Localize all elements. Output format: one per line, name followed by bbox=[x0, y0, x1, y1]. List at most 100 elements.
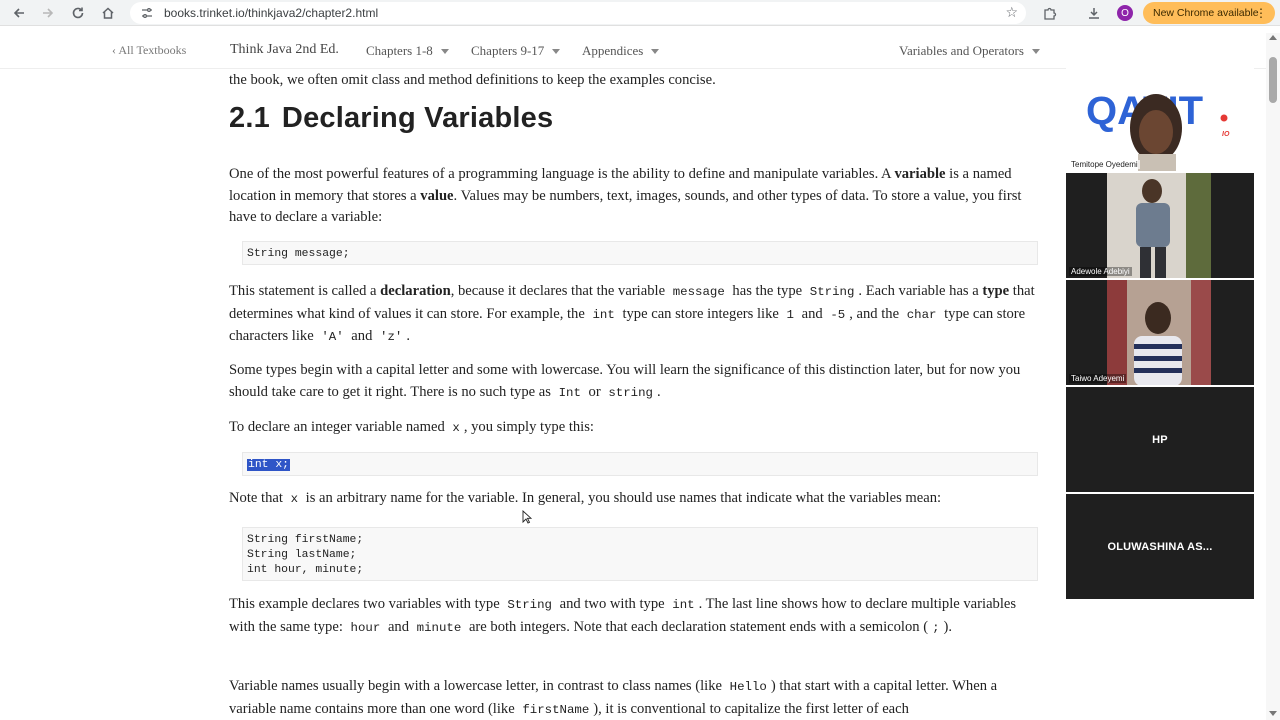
reload-icon bbox=[72, 7, 84, 18]
participant-tile-2[interactable]: Adewole Adebiyi bbox=[1066, 173, 1254, 279]
forward-button[interactable] bbox=[33, 0, 63, 26]
inline-code: String bbox=[809, 285, 855, 299]
inline-code: 'z' bbox=[380, 330, 403, 344]
inline-code: String bbox=[507, 598, 552, 612]
text: are both integers. Note that each declar… bbox=[465, 618, 929, 635]
back-button[interactable] bbox=[4, 0, 34, 26]
code-block-names: String firstName; String lastName; int h… bbox=[242, 527, 1038, 581]
update-label: New Chrome available bbox=[1153, 7, 1259, 19]
text: , and the bbox=[849, 305, 903, 322]
inline-code: message bbox=[672, 285, 725, 299]
extensions-button[interactable] bbox=[1036, 0, 1064, 26]
text: and two with type bbox=[555, 596, 669, 612]
inline-code: int bbox=[592, 307, 615, 322]
intro-paragraph-tail: the book, we often omit class and method… bbox=[229, 72, 716, 88]
menu-label: Variables and Operators bbox=[899, 43, 1024, 58]
participant-name: Taiwo Adeyemi bbox=[1069, 374, 1127, 383]
bookmark-star-icon[interactable]: ☆ bbox=[1005, 4, 1018, 21]
menu-label: Chapters 1-8 bbox=[366, 43, 433, 58]
text: ), it is conventional to capitalize the … bbox=[593, 700, 909, 717]
code-line: String message; bbox=[247, 248, 350, 260]
participant-tile-4[interactable]: HP bbox=[1066, 387, 1254, 493]
code-line: String firstName; bbox=[247, 534, 364, 546]
inline-code: 'A' bbox=[321, 330, 344, 344]
participant-tile-5[interactable]: OLUWASHINA AS... bbox=[1066, 494, 1254, 600]
menu-label: Chapters 9-17 bbox=[471, 43, 545, 58]
book-title-link[interactable]: Think Java 2nd Ed. bbox=[230, 42, 339, 58]
text: ). bbox=[943, 618, 953, 635]
inline-code: minute bbox=[416, 620, 462, 635]
qatit-logo-video: QATIT IO bbox=[1086, 89, 1230, 171]
arrow-left-icon bbox=[13, 7, 24, 18]
code-line: String lastName; bbox=[247, 549, 357, 561]
text: , you simply type this: bbox=[463, 419, 594, 435]
address-bar[interactable]: books.trinket.io/thinkjava2/chapter2.htm… bbox=[130, 2, 1026, 24]
participant-tile-3[interactable]: Taiwo Adeyemi bbox=[1066, 280, 1254, 386]
code-block-message: String message; bbox=[242, 241, 1038, 265]
text: Note that bbox=[229, 490, 287, 506]
home-icon bbox=[102, 6, 114, 19]
text: and bbox=[347, 328, 377, 344]
code-line: int hour, minute; bbox=[247, 564, 364, 576]
url-text[interactable]: books.trinket.io/thinkjava2/chapter2.htm… bbox=[164, 6, 378, 20]
paragraph-capitalization: Some types begin with a capital letter a… bbox=[229, 360, 1037, 404]
downloads-button[interactable] bbox=[1080, 0, 1108, 26]
scroll-thumb[interactable] bbox=[1269, 57, 1277, 103]
menu-section[interactable]: Variables and Operators bbox=[899, 43, 1040, 59]
scroll-up-icon[interactable] bbox=[1269, 35, 1277, 40]
inline-code: char bbox=[906, 307, 937, 322]
inline-code: x bbox=[290, 492, 298, 506]
code-block-int-x: int x; bbox=[242, 452, 1038, 476]
selected-code-text[interactable]: int x; bbox=[247, 459, 291, 471]
menu-chapters-1-8[interactable]: Chapters 1-8 bbox=[366, 43, 449, 59]
text: , because it declares that the variable bbox=[450, 283, 669, 299]
menu-label: Appendices bbox=[582, 43, 644, 58]
inline-code: hour bbox=[350, 620, 381, 635]
more-vert-icon: ⋮ bbox=[1255, 6, 1267, 20]
text: and bbox=[384, 618, 413, 635]
code-line: int x; bbox=[247, 458, 1033, 473]
profile-avatar[interactable]: O bbox=[1117, 5, 1133, 21]
text: One of the most powerful features of a p… bbox=[229, 166, 895, 182]
text: or bbox=[584, 383, 605, 400]
term-variable: variable bbox=[894, 166, 946, 182]
paragraph-arbitrary-name: Note that x is an arbitrary name for the… bbox=[229, 488, 1037, 511]
caret-down-icon bbox=[552, 48, 561, 54]
browser-toolbar: books.trinket.io/thinkjava2/chapter2.htm… bbox=[0, 0, 1280, 26]
menu-chapters-9-17[interactable]: Chapters 9-17 bbox=[471, 43, 561, 59]
mouse-cursor-icon bbox=[522, 510, 532, 524]
all-textbooks-link[interactable]: ‹ All Textbooks bbox=[112, 43, 186, 58]
text: . bbox=[656, 383, 661, 400]
text: type can store integers like bbox=[618, 305, 783, 322]
page-scrollbar[interactable] bbox=[1266, 33, 1280, 720]
text: This statement is called a bbox=[229, 283, 381, 299]
scroll-down-icon[interactable] bbox=[1269, 711, 1277, 716]
participant-tile-1[interactable]: QATIT IO Temitope Oyedemi bbox=[1066, 66, 1254, 172]
site-info-icon[interactable] bbox=[138, 4, 156, 22]
participant-name: HP bbox=[1152, 433, 1168, 446]
text: . Each variable has a bbox=[858, 283, 983, 299]
inline-code: Hello bbox=[729, 680, 767, 694]
inline-code: -5 bbox=[830, 307, 846, 322]
reload-button[interactable] bbox=[63, 0, 93, 26]
inline-code: firstName bbox=[522, 702, 590, 717]
paragraph-declare-int: To declare an integer variable named x, … bbox=[229, 417, 1037, 440]
chrome-update-button[interactable]: New Chrome available ⋮ bbox=[1143, 2, 1275, 24]
inline-code: x bbox=[452, 421, 460, 435]
participant-video bbox=[1107, 173, 1211, 278]
menu-appendices[interactable]: Appendices bbox=[582, 43, 660, 59]
text: is an arbitrary name for the variable. I… bbox=[302, 490, 942, 506]
participant-name: Temitope Oyedemi bbox=[1069, 160, 1140, 169]
section-heading: 2.1 Declaring Variables bbox=[229, 104, 553, 133]
arrow-right-icon bbox=[43, 7, 54, 18]
text: Variable names usually begin with a lowe… bbox=[229, 678, 726, 694]
inline-code: string bbox=[608, 385, 653, 400]
svg-text:IO: IO bbox=[1222, 131, 1230, 138]
home-button[interactable] bbox=[93, 0, 123, 26]
section-number: 2.1 bbox=[229, 102, 270, 134]
participant-name: Adewole Adebiyi bbox=[1069, 267, 1132, 276]
paragraph-declaration: This statement is called a declaration, … bbox=[229, 281, 1037, 349]
paragraph-variable-names: Variable names usually begin with a lowe… bbox=[229, 676, 1037, 720]
puzzle-icon bbox=[1044, 7, 1057, 20]
text: This example declares two variables with… bbox=[229, 596, 504, 612]
